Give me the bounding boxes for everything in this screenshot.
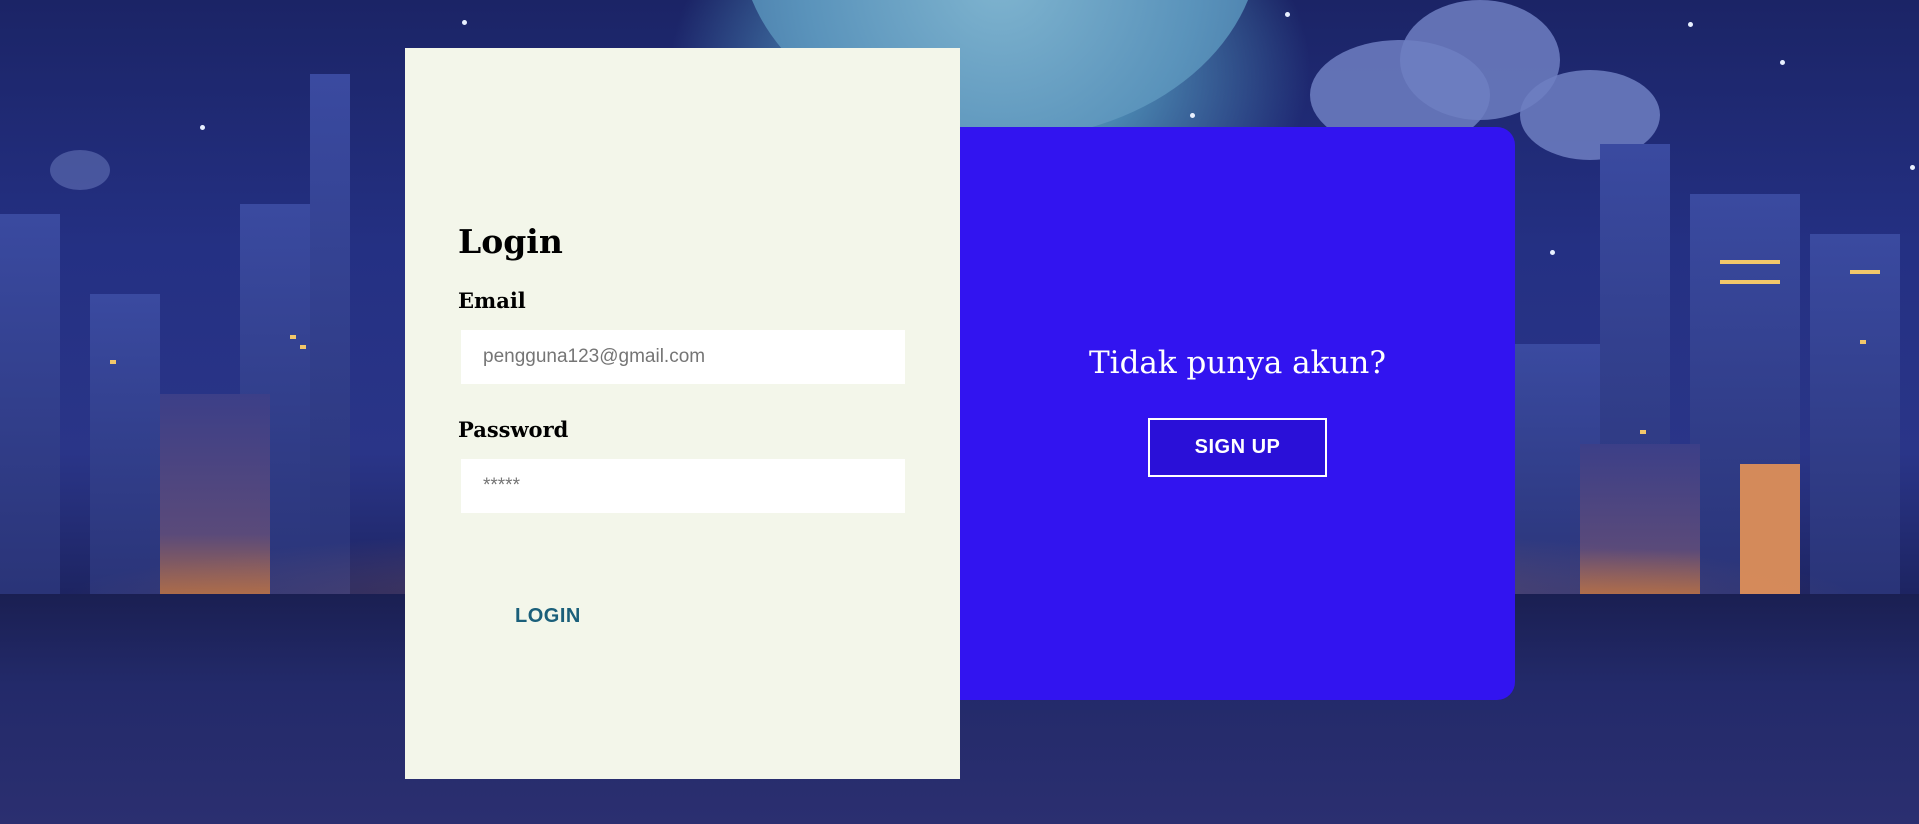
password-field[interactable] <box>461 459 905 513</box>
signup-prompt: Tidak punya akun? <box>1089 345 1386 381</box>
window-light-decoration <box>1720 260 1780 264</box>
email-label: Email <box>458 288 526 313</box>
star-decoration <box>1550 250 1555 255</box>
email-field[interactable] <box>461 330 905 384</box>
window-light-decoration <box>110 360 116 364</box>
login-title: Login <box>458 222 563 261</box>
signup-panel: Tidak punya akun? SIGN UP <box>960 127 1515 700</box>
star-decoration <box>462 20 467 25</box>
star-decoration <box>1190 113 1195 118</box>
window-light-decoration <box>1640 430 1646 434</box>
signup-button[interactable]: SIGN UP <box>1148 418 1327 477</box>
window-light-decoration <box>300 345 306 349</box>
star-decoration <box>1285 12 1290 17</box>
window-light-decoration <box>1860 340 1866 344</box>
star-decoration <box>200 125 205 130</box>
star-decoration <box>1910 165 1915 170</box>
window-light-decoration <box>1720 280 1780 284</box>
window-light-decoration <box>1850 270 1880 274</box>
login-panel: Login Email Password LOGIN <box>405 48 960 779</box>
star-decoration <box>1780 60 1785 65</box>
login-button[interactable]: LOGIN <box>515 605 581 628</box>
password-label: Password <box>458 417 569 442</box>
cloud-decoration <box>50 150 110 190</box>
star-decoration <box>1688 22 1693 27</box>
window-light-decoration <box>290 335 296 339</box>
